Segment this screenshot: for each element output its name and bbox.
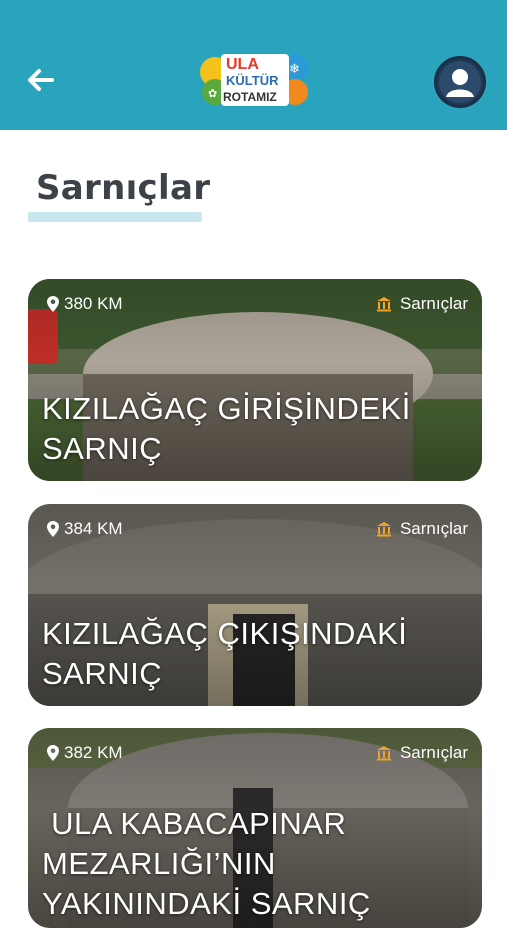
logo-line2: KÜLTÜR [226,73,279,88]
user-avatar-icon [439,61,481,103]
app-logo: ULA KÜLTÜR ROTAMIZ ❄ ✿ [199,50,311,108]
logo-line3: ROTAMIZ [223,90,277,104]
category-info: Sarnıçlar [376,519,468,539]
distance-text: 382 KM [64,743,123,762]
distance-info: 384 KM [46,519,123,539]
category-text: Sarnıçlar [399,519,468,538]
title-underline [28,212,202,222]
landmark-icon [376,297,391,312]
distance-info: 382 KM [46,743,123,763]
distance-info: 380 KM [46,294,123,314]
place-card[interactable]: 384 KM Sarnıçlar KIZILAĞAÇ ÇIKIŞINDAKİ S… [28,504,482,706]
category-info: Sarnıçlar [376,743,468,763]
location-pin-icon [47,296,59,312]
distance-text: 384 KM [64,519,123,538]
arrow-left-icon [28,69,54,91]
card-title: KIZILAĞAÇ ÇIKIŞINDAKİ SARNIÇ [42,616,408,691]
place-card[interactable]: 380 KM Sarnıçlar KIZILAĞAÇ GİRİŞİNDEKİ S… [28,279,482,481]
page-title: Sarnıçlar [36,168,211,208]
card-title: KIZILAĞAÇ GİRİŞİNDEKİ SARNIÇ [42,391,411,466]
back-button[interactable] [24,64,56,96]
card-title: ULA KABACAPINAR MEZARLIĞI’NIN YAKININDAK… [42,806,371,921]
place-card[interactable]: 382 KM Sarnıçlar ULA KABACAPINAR MEZARLI… [28,728,482,928]
landmark-icon [376,522,391,537]
category-text: Sarnıçlar [399,743,468,762]
category-text: Sarnıçlar [399,294,468,313]
location-pin-icon [47,745,59,761]
category-info: Sarnıçlar [376,294,468,314]
landmark-icon [376,746,391,761]
logo-line1: ULA [226,56,259,73]
location-pin-icon [47,521,59,537]
svg-text:❄: ❄ [289,61,300,76]
svg-text:✿: ✿ [208,88,217,100]
distance-text: 380 KM [64,294,123,313]
profile-button[interactable] [434,56,486,108]
app-header: ULA KÜLTÜR ROTAMIZ ❄ ✿ [0,0,507,130]
